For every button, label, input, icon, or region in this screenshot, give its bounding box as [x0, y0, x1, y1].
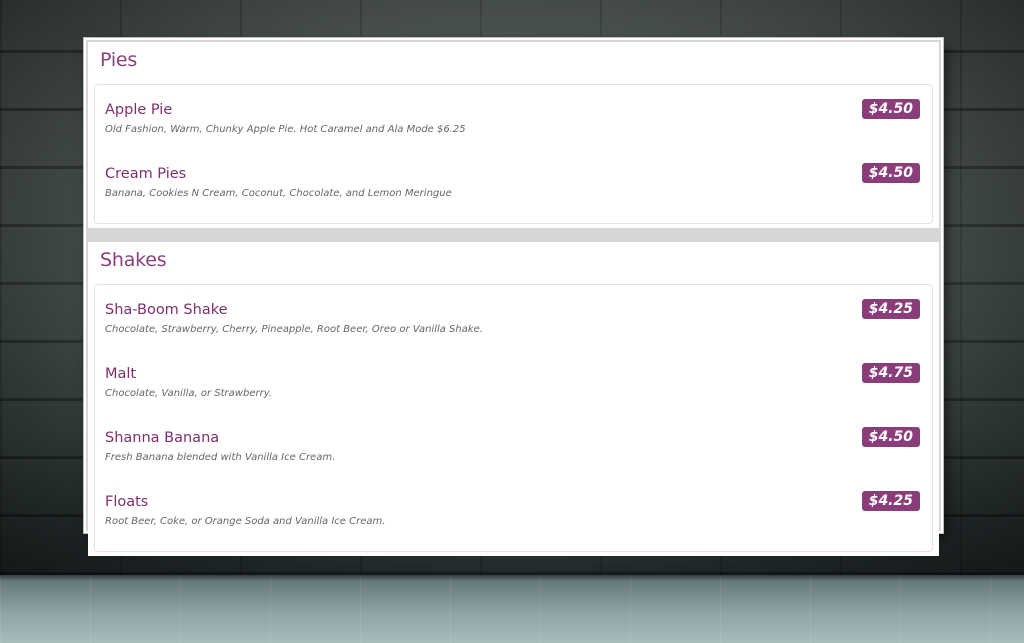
menu-item: Floats Root Beer, Coke, or Orange Soda a… — [105, 487, 920, 551]
background-floor — [0, 575, 1024, 643]
item-description: Chocolate, Strawberry, Cherry, Pineapple… — [105, 324, 483, 335]
price-badge: $4.50 — [861, 427, 920, 447]
menu-item: Malt Chocolate, Vanilla, or Strawberry. … — [105, 359, 920, 423]
section-shakes: Shakes Sha-Boom Shake Chocolate, Strawbe… — [88, 242, 939, 556]
price-badge: $4.25 — [861, 299, 920, 319]
item-description: Chocolate, Vanilla, or Strawberry. — [105, 388, 273, 399]
menu-item: Apple Pie Old Fashion, Warm, Chunky Appl… — [105, 95, 920, 159]
item-list: Sha-Boom Shake Chocolate, Strawberry, Ch… — [94, 284, 933, 552]
section-title: Pies — [100, 49, 138, 71]
menu-item: Sha-Boom Shake Chocolate, Strawberry, Ch… — [105, 295, 920, 359]
price-badge: $4.50 — [861, 99, 920, 119]
section-title: Shakes — [100, 249, 167, 271]
price-badge: $4.75 — [861, 363, 920, 383]
menu-item: Shanna Banana Fresh Banana blended with … — [105, 423, 920, 487]
price-badge: $4.50 — [861, 163, 920, 183]
item-list: Apple Pie Old Fashion, Warm, Chunky Appl… — [94, 84, 933, 224]
item-description: Banana, Cookies N Cream, Coconut, Chocol… — [105, 188, 452, 199]
price-badge: $4.25 — [861, 491, 920, 511]
item-name: Floats — [105, 494, 149, 510]
item-description: Fresh Banana blended with Vanilla Ice Cr… — [105, 452, 336, 463]
section-pies: Pies Apple Pie Old Fashion, Warm, Chunky… — [88, 42, 939, 228]
item-name: Apple Pie — [105, 102, 173, 118]
item-description: Old Fashion, Warm, Chunky Apple Pie. Hot… — [105, 124, 466, 135]
menu-board: Pies Apple Pie Old Fashion, Warm, Chunky… — [84, 38, 943, 556]
item-name: Shanna Banana — [105, 430, 220, 446]
item-name: Cream Pies — [105, 166, 187, 182]
item-description: Root Beer, Coke, or Orange Soda and Vani… — [105, 516, 386, 527]
item-name: Malt — [105, 366, 137, 382]
item-name: Sha-Boom Shake — [105, 302, 228, 318]
menu-item: Cream Pies Banana, Cookies N Cream, Coco… — [105, 159, 920, 223]
